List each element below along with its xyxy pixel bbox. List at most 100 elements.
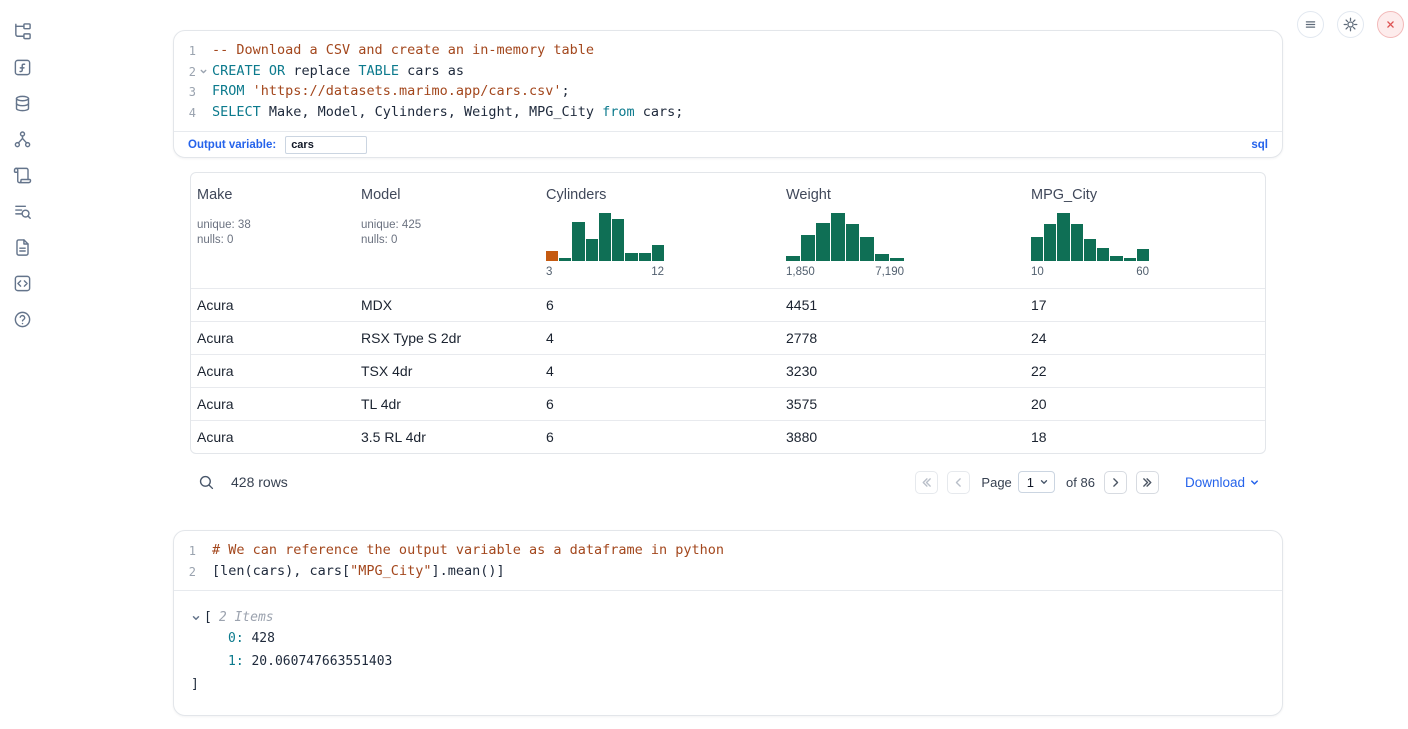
settings-button[interactable] <box>1337 11 1364 38</box>
file-explorer-button[interactable] <box>11 20 33 42</box>
histogram-bar <box>1097 248 1109 261</box>
item-index: 1: <box>228 654 244 669</box>
left-toolbar <box>0 0 44 330</box>
result-item: 1: 20.060747663551403 <box>191 651 1270 674</box>
code-text: -- Download a CSV and create an in-memor… <box>196 41 594 62</box>
histogram-bar <box>846 224 860 261</box>
code-token: # We can reference the output variable a… <box>212 542 724 558</box>
histogram-bar <box>816 223 830 261</box>
code-square-icon <box>13 274 32 293</box>
table-cell: 2778 <box>780 330 1025 346</box>
column-histogram[interactable] <box>786 211 904 261</box>
collapse-toggle-icon[interactable] <box>191 613 201 623</box>
code-token: [len(cars), cars[ <box>212 563 350 579</box>
code-token: -- Download a CSV and create an in-memor… <box>212 42 594 58</box>
table-search-button[interactable] <box>198 474 215 491</box>
column-header-mpg_city[interactable]: MPG_City 1060 <box>1025 173 1265 288</box>
open-bracket: [ <box>204 608 212 628</box>
table-cell: 22 <box>1025 363 1265 379</box>
code-token: CREATE <box>212 63 261 79</box>
file-text-icon <box>13 238 32 257</box>
documentation-panel-button[interactable] <box>11 236 33 258</box>
gear-icon <box>1342 16 1359 33</box>
histogram-range: 1060 <box>1031 266 1149 278</box>
download-button[interactable]: Download <box>1185 475 1260 490</box>
table-row: AcuraRSX Type S 2dr4277824 <box>191 321 1265 354</box>
table-row: AcuraTSX 4dr4323022 <box>191 354 1265 387</box>
code-text: CREATE OR replace TABLE cars as <box>196 62 464 83</box>
fold-chevron-icon[interactable] <box>199 67 208 76</box>
item-value: 428 <box>244 631 275 646</box>
table-cell: 17 <box>1025 297 1265 313</box>
dependency-graph-button[interactable] <box>11 128 33 150</box>
histogram-bar <box>1137 249 1149 261</box>
table-cell: 4451 <box>780 297 1025 313</box>
table-cell: 6 <box>540 297 780 313</box>
histogram-bar <box>890 258 904 261</box>
code-token: Make, Model, Cylinders, Weight, MPG_City <box>261 104 602 120</box>
shutdown-button[interactable] <box>1377 11 1404 38</box>
output-variable-input[interactable] <box>285 136 367 154</box>
histogram-bar <box>586 239 598 261</box>
python-cell: 1 # We can reference the output variable … <box>173 530 1283 716</box>
language-badge: sql <box>1251 139 1268 151</box>
line-number: 1 <box>174 541 196 562</box>
column-name: Cylinders <box>546 187 772 203</box>
table-cell: 18 <box>1025 429 1265 445</box>
column-histogram[interactable] <box>1031 211 1149 261</box>
column-header-model[interactable]: Modelunique: 425nulls: 0 <box>355 173 540 288</box>
line-number: 4 <box>174 103 196 124</box>
help-panel-button[interactable] <box>11 308 33 330</box>
download-label: Download <box>1185 475 1245 490</box>
page-total-label: of 86 <box>1066 475 1095 490</box>
page-select[interactable]: 1 <box>1018 471 1055 493</box>
code-token: cars as <box>399 63 464 79</box>
snippets-panel-button[interactable] <box>11 272 33 294</box>
list-search-icon <box>13 202 32 221</box>
column-name: MPG_City <box>1031 187 1257 203</box>
histogram-max-label: 7,190 <box>875 266 904 278</box>
database-icon <box>13 94 32 113</box>
logs-panel-button[interactable] <box>11 200 33 222</box>
table-cell: Acura <box>191 429 355 445</box>
result-items: 0: 4281: 20.060747663551403 <box>191 628 1270 673</box>
python-cell-output: [ 2 Items 0: 4281: 20.060747663551403 ] <box>174 590 1282 715</box>
table-cell: RSX Type S 2dr <box>355 330 540 346</box>
last-page-button[interactable] <box>1136 471 1159 494</box>
histogram-min-label: 3 <box>546 266 552 278</box>
code-text: SELECT Make, Model, Cylinders, Weight, M… <box>196 103 683 124</box>
table-cell: Acura <box>191 363 355 379</box>
first-page-button[interactable] <box>915 471 938 494</box>
variables-panel-button[interactable] <box>11 56 33 78</box>
code-line: 1-- Download a CSV and create an in-memo… <box>174 41 1282 62</box>
row-count: 428 rows <box>231 474 288 490</box>
function-square-icon <box>13 58 32 77</box>
histogram-range: 1,8507,190 <box>786 266 904 278</box>
notebook-menu-button[interactable] <box>1297 11 1324 38</box>
code-token <box>261 63 269 79</box>
previous-page-button[interactable] <box>947 471 970 494</box>
histogram-bar <box>801 235 815 261</box>
chevron-left-icon <box>952 476 965 489</box>
histogram-bar <box>625 253 637 261</box>
sql-editor[interactable]: 1-- Download a CSV and create an in-memo… <box>174 31 1282 131</box>
python-editor[interactable]: 1 # We can reference the output variable … <box>174 531 1282 590</box>
code-token: from <box>602 104 635 120</box>
column-header-cylinders[interactable]: Cylinders312 <box>540 173 780 288</box>
column-name: Make <box>197 187 347 203</box>
next-page-button[interactable] <box>1104 471 1127 494</box>
histogram-bar <box>572 222 584 261</box>
code-token: 'https://datasets.marimo.app/cars.csv' <box>253 83 562 99</box>
column-name: Weight <box>786 187 1017 203</box>
sql-cell-output: Makeunique: 38nulls: 0Modelunique: 425nu… <box>190 172 1266 502</box>
column-header-weight[interactable]: Weight 1,8507,190 <box>780 173 1025 288</box>
histogram-bar <box>860 237 874 261</box>
table-row: AcuraTL 4dr6357520 <box>191 387 1265 420</box>
column-histogram[interactable] <box>546 211 664 261</box>
chevron-down-icon <box>1039 477 1049 487</box>
column-unique-stat: unique: 38 <box>197 219 347 231</box>
column-header-make[interactable]: Makeunique: 38nulls: 0 <box>191 173 355 288</box>
outline-panel-button[interactable] <box>11 164 33 186</box>
datasets-panel-button[interactable] <box>11 92 33 114</box>
histogram-bar <box>559 258 571 261</box>
